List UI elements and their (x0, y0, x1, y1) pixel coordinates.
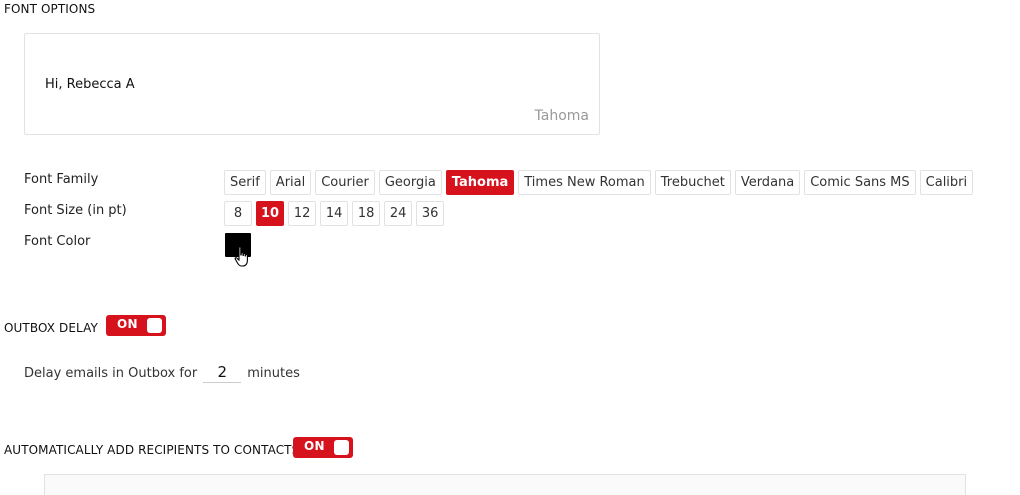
font-family-label: Font Family (24, 172, 99, 187)
auto-add-recipients-toggle[interactable]: ON (293, 437, 353, 458)
font-color-label: Font Color (24, 234, 91, 249)
font-size-option[interactable]: 24 (384, 201, 413, 226)
font-family-option[interactable]: Calibri (919, 170, 974, 195)
outbox-delay-title: OUTBOX DELAY (4, 321, 98, 335)
delay-suffix-text: minutes (247, 365, 300, 381)
font-size-option[interactable]: 36 (416, 201, 445, 226)
font-size-label: Font Size (in pt) (24, 203, 127, 218)
delay-prefix-text: Delay emails in Outbox for (24, 365, 198, 381)
font-family-option[interactable]: Comic Sans MS (804, 170, 916, 195)
font-size-option[interactable]: 18 (352, 201, 381, 226)
font-family-option[interactable]: Courier (315, 170, 375, 195)
font-family-option[interactable]: Arial (269, 170, 312, 195)
font-preview-font-name: Tahoma (534, 108, 589, 124)
outbox-delay-toggle-label: ON (117, 317, 138, 331)
font-family-option[interactable]: Times New Roman (518, 170, 651, 195)
font-family-option[interactable]: Verdana (734, 170, 801, 195)
font-size-option[interactable]: 10 (256, 201, 285, 226)
font-size-option[interactable]: 14 (320, 201, 349, 226)
delay-minutes-input[interactable] (203, 363, 242, 383)
font-size-option[interactable]: 12 (288, 201, 317, 226)
contacts-panel (44, 474, 966, 495)
toggle-knob (147, 318, 162, 333)
font-family-option[interactable]: Tahoma (445, 170, 515, 195)
font-preview-text: Hi, Rebecca A (45, 77, 135, 92)
outbox-delay-toggle[interactable]: ON (106, 315, 166, 336)
font-size-option[interactable]: 8 (224, 201, 252, 226)
delay-setting-row: Delay emails in Outbox for minutes (24, 363, 300, 383)
font-size-options: 8 10 12 14 18 24 36 (224, 201, 445, 226)
font-color-swatch[interactable] (225, 233, 251, 257)
font-family-option[interactable]: Georgia (378, 170, 442, 195)
font-preview-box: Hi, Rebecca A Tahoma (24, 33, 600, 135)
toggle-knob (334, 440, 349, 455)
font-options-title: FONT OPTIONS (4, 2, 96, 16)
font-family-option[interactable]: Serif (224, 170, 266, 195)
font-family-options: Serif Arial Courier Georgia Tahoma Times New … (224, 170, 974, 195)
auto-add-toggle-label: ON (304, 439, 325, 453)
auto-add-recipients-title: AUTOMATICALLY ADD RECIPIENTS TO CONTACTS (4, 443, 300, 457)
font-family-option[interactable]: Trebuchet (654, 170, 731, 195)
